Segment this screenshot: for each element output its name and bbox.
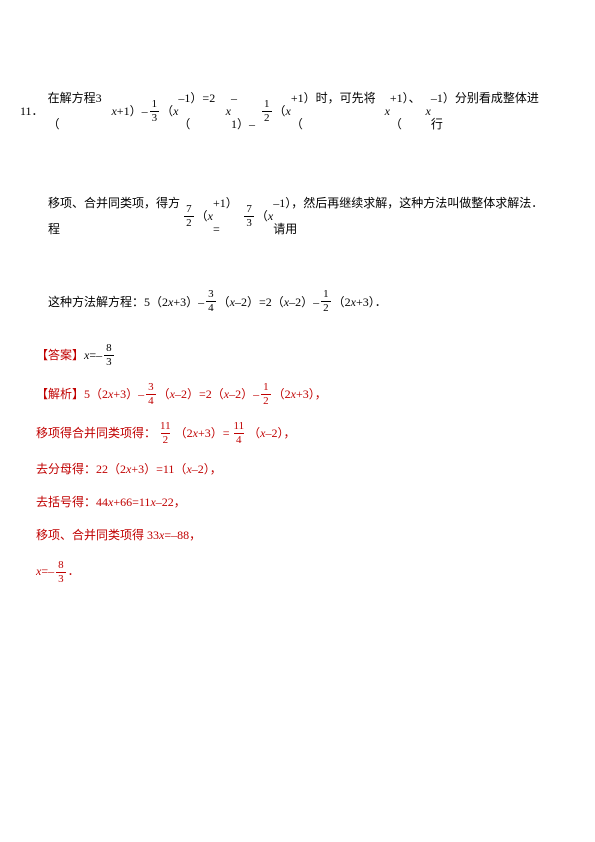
numerator: 8 [56,560,66,572]
text: （ [158,385,170,404]
text: 移项、合并同类项得 33 [36,526,159,545]
text: –1），然后再继续求解，这种方法叫做整体求解法．请用 [273,190,547,243]
analysis-line-1: 【解析】 5（2 x +3）– 3 4 （ x –2）=2（ x –2）– 1 … [36,382,547,407]
text: （2 [175,424,193,443]
text: +1）时，可先将（ [291,85,385,138]
answer-line: 【答案】 x =– 8 3 [36,343,547,368]
numerator: 1 [262,99,272,111]
fraction: 7 2 [184,204,194,229]
fraction: 3 4 [206,289,216,314]
text: –1）– [231,85,260,138]
analysis-line-3: 去分母得：22（2 x +3）=11（ x –2）， [36,460,547,479]
analysis-line-4: 去括号得：44 x +66=11 x –22， [36,493,547,512]
text: +3）， [296,385,327,404]
problem-number: 11． [20,98,44,124]
analysis-line-2: 移项得合并同类项得： 11 2 （2 x +3）= 11 4 （ x –2）， [36,421,547,446]
text: +3）– [173,289,204,315]
fraction: 7 3 [244,204,254,229]
analysis-line-5: 移项、合并同类项得 33 x =–88， [36,526,547,545]
problem-line-2: 移项、合并同类项，得方程 7 2 （ x +1）= 7 3 （ x –1），然后… [20,190,547,243]
text: （ [256,203,268,229]
text: （ [274,98,286,124]
text: =–88， [164,526,201,545]
text: +1）、（ [390,85,426,138]
text: 移项得合并同类项得： [36,424,156,443]
text: –2）=2（ [175,385,224,404]
text: （2 [273,385,291,404]
fraction: 1 2 [262,99,272,124]
denominator: 2 [184,216,194,229]
text: +66=11 [113,493,150,512]
numerator: 3 [206,289,216,301]
text: 5（2 [84,385,108,404]
denominator: 3 [104,355,114,368]
text: =– [41,562,54,581]
fraction: 3 4 [146,382,156,407]
fraction: 8 3 [104,343,114,368]
fraction: 1 2 [261,382,271,407]
answer-block: 【答案】 x =– 8 3 【解析】 5（2 x +3）– 3 4 （ x –2… [36,343,547,585]
text: –2）=2（ [235,289,284,315]
denominator: 4 [206,301,216,314]
problem-line-3: 这种方法解方程：5（2 x +3）– 3 4 （ x –2）=2（ x –2）–… [20,289,547,315]
numerator: 7 [244,204,254,216]
text: –2）– [229,385,259,404]
fraction: 1 3 [150,99,160,124]
spacer [20,138,547,190]
text: –1）=2（ [178,85,225,138]
text: –1）分别看成整体进行 [431,85,547,138]
numerator: 1 [261,382,271,394]
numerator: 3 [146,382,156,394]
problem-line-1: 11． 在解方程3（ x +1）– 1 3 （ x –1）=2（ x –1）– … [20,85,547,138]
denominator: 3 [244,216,254,229]
text: –2）– [289,289,319,315]
text: +1）– [117,98,148,124]
analysis-line-6: x =– 8 3 ． [36,560,547,585]
text: =– [89,346,102,365]
text: +3）– [113,385,144,404]
numerator: 1 [150,99,160,111]
text: –22， [156,493,186,512]
text: +1）= [213,190,242,243]
text: （2 [333,289,351,315]
text: 去括号得：44 [36,493,108,512]
text: 在解方程3（ [48,85,112,138]
answer-label: 【答案】 [36,346,84,365]
numerator: 11 [158,421,173,433]
text: 移项、合并同类项，得方程 [48,190,182,243]
fraction: 8 3 [56,560,66,585]
text: –2）， [192,460,222,479]
fraction: 11 4 [232,421,247,446]
numerator: 1 [321,289,331,301]
text: ． [68,562,80,581]
text: （ [161,98,173,124]
text: +3）=11（ [131,460,186,479]
text: （ [218,289,230,315]
analysis-label: 【解析】 [36,385,84,404]
spacer [20,243,547,289]
denominator: 2 [321,301,331,314]
text: （ [248,424,260,443]
numerator: 11 [232,421,247,433]
denominator: 4 [234,433,244,446]
numerator: 8 [104,343,114,355]
denominator: 2 [261,394,271,407]
text: （ [196,203,208,229]
text: 这种方法解方程：5（2 [48,289,168,315]
denominator: 3 [150,111,160,124]
text: +3）． [356,289,387,315]
text: –2）， [265,424,295,443]
denominator: 2 [161,433,171,446]
text: 去分母得：22（2 [36,460,126,479]
denominator: 3 [56,572,66,585]
numerator: 7 [184,204,194,216]
denominator: 4 [146,394,156,407]
denominator: 2 [262,111,272,124]
fraction: 1 2 [321,289,331,314]
text: +3）= [198,424,230,443]
fraction: 11 2 [158,421,173,446]
